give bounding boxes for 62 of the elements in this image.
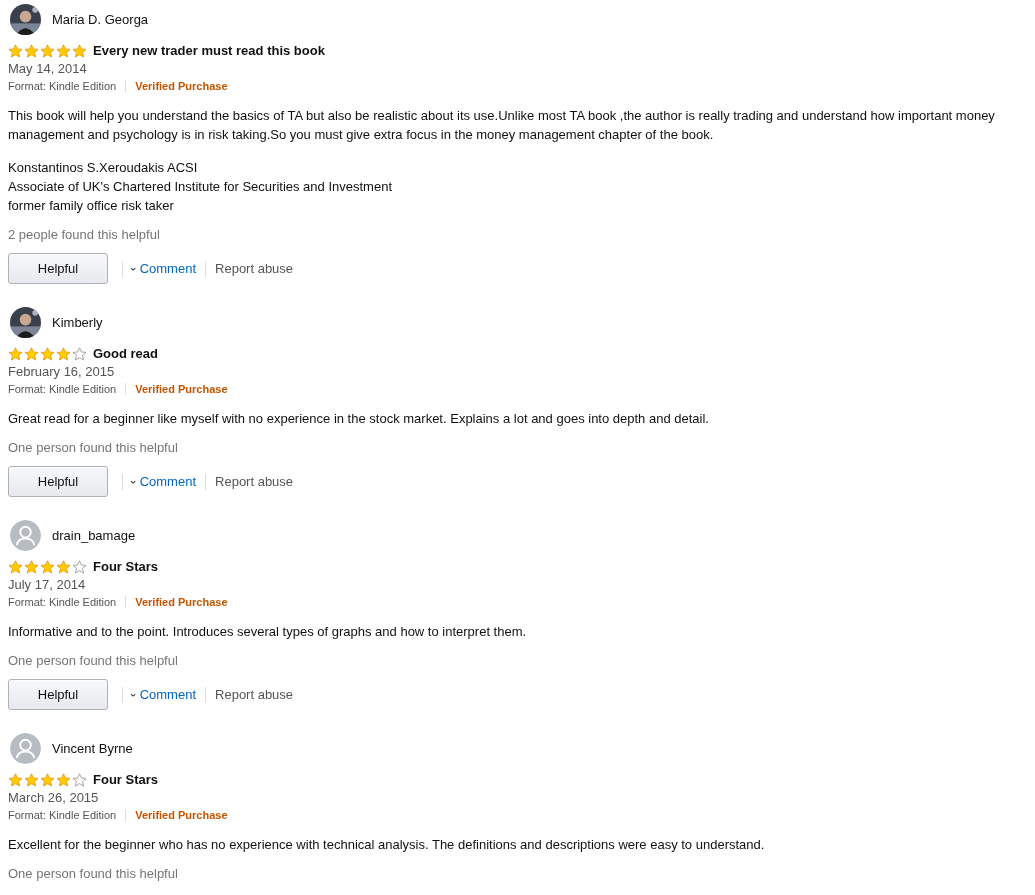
star-icon [24,559,39,574]
helpful-button[interactable]: Helpful [8,253,108,284]
caret-icon[interactable]: › [127,479,140,484]
helpful-button[interactable]: Helpful [8,679,108,710]
comment-link[interactable]: Comment [139,687,197,702]
helpful-count: 2 people found this helpful [8,227,161,242]
review-date: May 14, 2014 [8,61,88,76]
star-icon [56,772,71,787]
star-icon [40,43,55,58]
author-name[interactable]: Maria D. Georga [52,11,149,27]
star-icon [56,559,71,574]
star-icon [24,43,39,58]
review-title[interactable]: Four Stars [93,559,158,574]
review-text: Great read for a beginner like myself with no experience in the stock market. Explains a lot and goes into depth and detail. [8,410,710,428]
format-label: Format: Kindle Edition [8,596,127,608]
star-icon [8,346,23,361]
report-abuse-link[interactable]: Report abuse [215,261,294,276]
star-icon [72,43,87,58]
avatar-icon [10,732,41,764]
helpful-count: One person found this helpful [8,440,179,455]
author-name[interactable]: Kimberly [52,314,103,330]
review-title[interactable]: Good read [93,346,158,361]
caret-icon[interactable]: › [127,692,140,697]
verified-purchase-label: Verified Purchase [134,383,228,395]
star-icon [56,43,71,58]
star-icon [24,346,39,361]
verified-purchase-label: Verified Purchase [134,596,228,608]
format-label: Format: Kindle Edition [8,80,127,92]
review-date: July 17, 2014 [8,577,87,592]
helpful-button[interactable]: Helpful [8,466,108,497]
author-name[interactable]: drain_bamage [52,527,136,543]
star-icon [40,772,55,787]
star-icon [40,346,55,361]
format-label: Format: Kindle Edition [8,809,127,821]
review-date: March 26, 2015 [8,790,100,805]
caret-icon[interactable]: › [127,266,140,271]
review-text: Excellent for the beginner who has no experience with technical analysis. The definitions and descriptions were easy to understand. [8,836,766,854]
helpful-count: One person found this helpful [8,653,179,668]
helpful-count: One person found this helpful [8,866,179,881]
star-icon [8,43,23,58]
review-text: Informative and to the point. Introduces several types of graphs and how to interpret them. [8,623,528,641]
star-icon [24,772,39,787]
review-title[interactable]: Every new trader must read this book [93,43,325,58]
verified-purchase-label: Verified Purchase [134,809,228,821]
review-date: February 16, 2015 [8,364,116,379]
avatar-icon [10,519,41,551]
star-icon [40,559,55,574]
review-title[interactable]: Four Stars [93,772,158,787]
author-name[interactable]: Vincent Byrne [52,740,133,756]
format-label: Format: Kindle Edition [8,383,127,395]
report-abuse-link[interactable]: Report abuse [215,687,294,702]
review-text: Konstantinos S.Xeroudakis ACSI [8,159,199,177]
comment-link[interactable]: Comment [139,261,197,276]
review-text: This book will help you understand the basics of TA but also be realistic about its use.Unlike most TA book ,the author is really trading and understand how important money management and psychology is in risk taking.So you must give extra focus in the money management chapter of the book. [8,107,996,144]
star-icon [8,772,23,787]
comment-link[interactable]: Comment [139,474,197,489]
verified-purchase-label: Verified Purchase [134,80,228,92]
review-text: Associate of UK's Chartered Institute for Securities and Investment [8,178,393,196]
star-icon [56,346,71,361]
review-text: former family office risk taker [8,197,175,215]
report-abuse-link[interactable]: Report abuse [215,474,294,489]
star-icon [8,559,23,574]
